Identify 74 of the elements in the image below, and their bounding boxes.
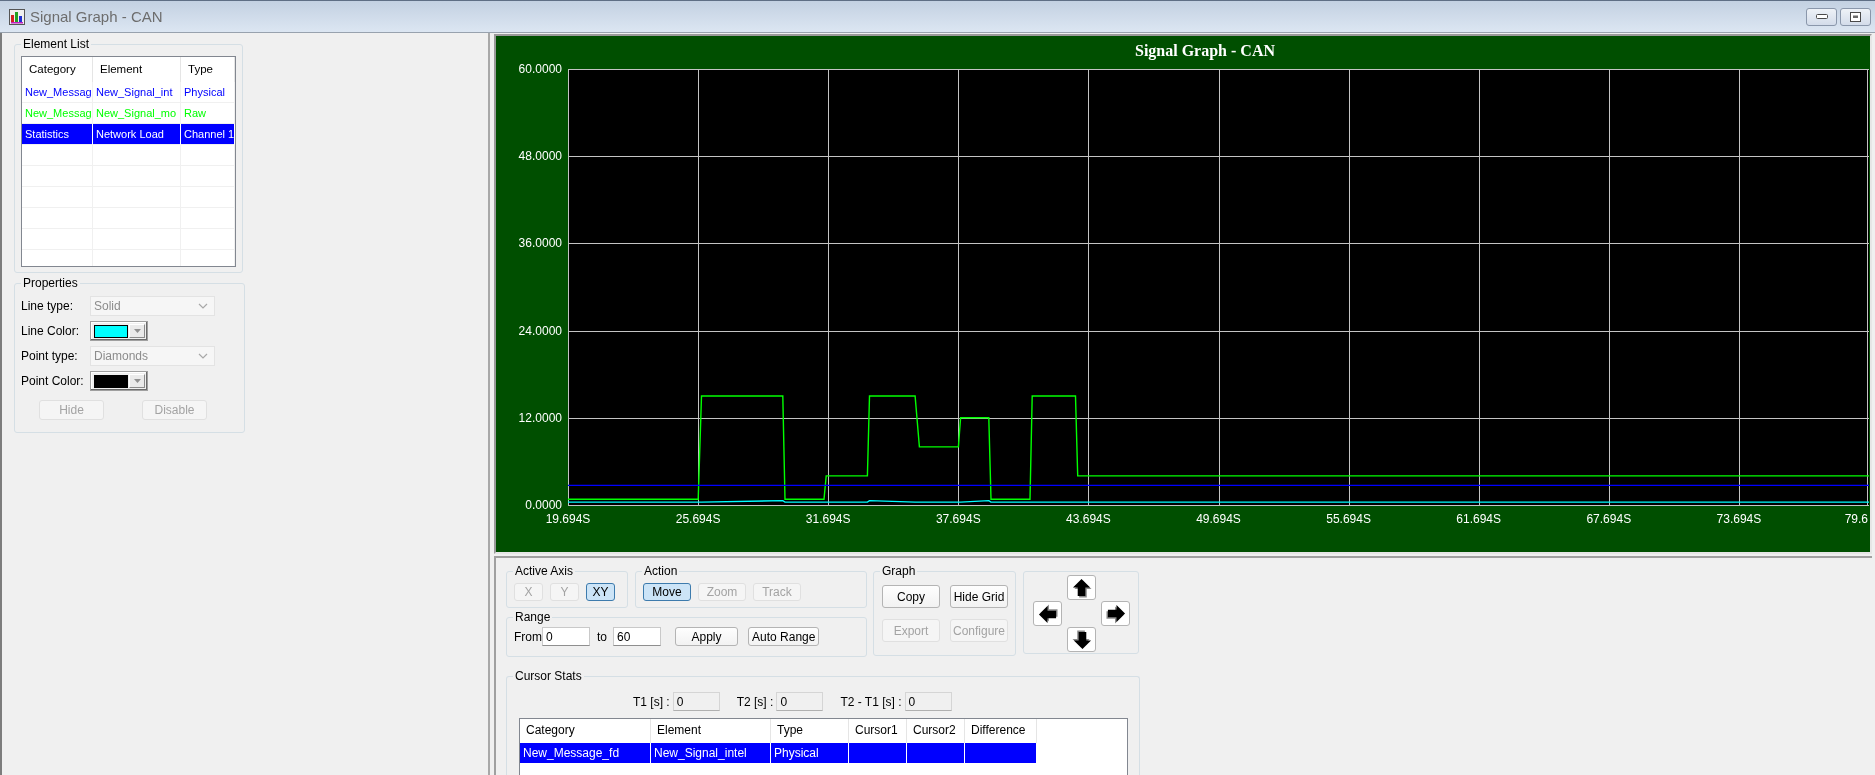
- color-picker-button[interactable]: [90, 371, 148, 391]
- axis-tick-label: 67.694S: [1586, 512, 1632, 526]
- field-label: T2 - T1 [s] :: [840, 694, 902, 709]
- graph-button[interactable]: Hide Grid: [950, 585, 1008, 608]
- axis-tick-label: 19.694S: [545, 512, 591, 526]
- group-label: Range: [514, 611, 552, 624]
- field-label: Point Color:: [21, 374, 85, 388]
- restore-icon: [1850, 11, 1861, 22]
- readout-field[interactable]: 0: [672, 692, 720, 711]
- range-button[interactable]: Apply: [675, 627, 738, 646]
- field-label: From: [514, 629, 542, 644]
- field-label: Line Color:: [21, 324, 81, 338]
- scroll-right-button[interactable]: [1101, 601, 1130, 626]
- table-row[interactable]: New_Message_fd New_Signal_intel Physical: [520, 743, 1037, 763]
- chart-title: Signal Graph - CAN: [1135, 42, 1275, 59]
- axis-tick-label: 37.694S: [935, 512, 981, 526]
- arrow-down-icon: [1071, 629, 1092, 650]
- axis-tick-label: 12.0000: [518, 410, 562, 425]
- chevron-down-icon: [198, 303, 208, 309]
- scroll-left-button[interactable]: [1033, 601, 1062, 626]
- list-row[interactable]: New_Messag New_Signal_int Physical: [22, 82, 235, 103]
- caret-down-icon: [129, 374, 145, 388]
- scroll-down-button[interactable]: [1067, 627, 1096, 652]
- restore-button[interactable]: [1840, 7, 1871, 26]
- field-label: to: [597, 629, 607, 644]
- table-cell: New_Message_fd: [520, 743, 651, 763]
- field-label: Line type:: [21, 299, 75, 313]
- table-cell: New_Signal_intel: [651, 743, 771, 763]
- range-button[interactable]: Auto Range: [748, 627, 820, 646]
- axis-tick-label: 79.6: [1844, 512, 1868, 526]
- list-row[interactable]: Statistics Network Load Channel 1: [22, 124, 235, 145]
- range-to-field[interactable]: 60: [613, 627, 661, 646]
- axis-tick-label: 24.0000: [518, 323, 562, 338]
- arrow-right-icon: [1105, 603, 1126, 624]
- scroll-up-button[interactable]: [1067, 575, 1096, 600]
- table-cell: Statistics: [22, 124, 93, 145]
- table-cell: Physical: [771, 743, 849, 763]
- field-label: Point type:: [21, 349, 79, 363]
- axis-tick-label: 31.694S: [805, 512, 851, 526]
- arrow-up-icon: [1071, 577, 1092, 598]
- minimize-button[interactable]: [1806, 7, 1837, 26]
- graph-button[interactable]: Copy: [882, 585, 940, 608]
- table-cell: Channel 1: [181, 124, 235, 145]
- axis-tick-label: 60.0000: [518, 62, 562, 76]
- axis-tick-label: 48.0000: [518, 149, 562, 164]
- axis-tick-label: 61.694S: [1456, 512, 1502, 526]
- group-label: Active Axis: [514, 565, 575, 578]
- group-label: Action: [643, 565, 679, 578]
- group-label: Graph: [881, 565, 917, 578]
- caret-down-icon: [129, 324, 145, 338]
- field-label: T1 [s] :: [633, 694, 670, 709]
- axis-tick-label: 25.694S: [675, 512, 721, 526]
- axis-button[interactable]: XY: [586, 583, 615, 601]
- color-picker-button[interactable]: [90, 321, 148, 341]
- window-title: Signal Graph - CAN: [30, 8, 163, 25]
- range-from-field[interactable]: 0: [542, 627, 590, 646]
- group-label: Properties: [22, 277, 79, 290]
- axis-tick-label: 49.694S: [1196, 512, 1241, 526]
- chevron-down-icon: [198, 353, 208, 359]
- axis-tick-label: 55.694S: [1326, 512, 1371, 526]
- group-label: Cursor Stats: [514, 671, 583, 683]
- arrow-left-icon: [1037, 603, 1058, 624]
- bar-chart-icon: [9, 8, 25, 25]
- table-cell: Network Load: [93, 124, 181, 145]
- readout-field[interactable]: 0: [904, 692, 952, 711]
- minimize-icon: [1815, 14, 1828, 19]
- action-button[interactable]: Move: [643, 583, 691, 601]
- readout-field[interactable]: 0: [776, 692, 824, 711]
- axis-tick-label: 43.694S: [1066, 512, 1111, 526]
- field-label: T2 [s] :: [736, 694, 774, 709]
- axis-tick-label: 0.0000: [525, 498, 562, 512]
- axis-tick-label: 36.0000: [518, 236, 562, 251]
- axis-tick-label: 73.694S: [1716, 512, 1762, 526]
- group-label: Element List: [22, 38, 91, 51]
